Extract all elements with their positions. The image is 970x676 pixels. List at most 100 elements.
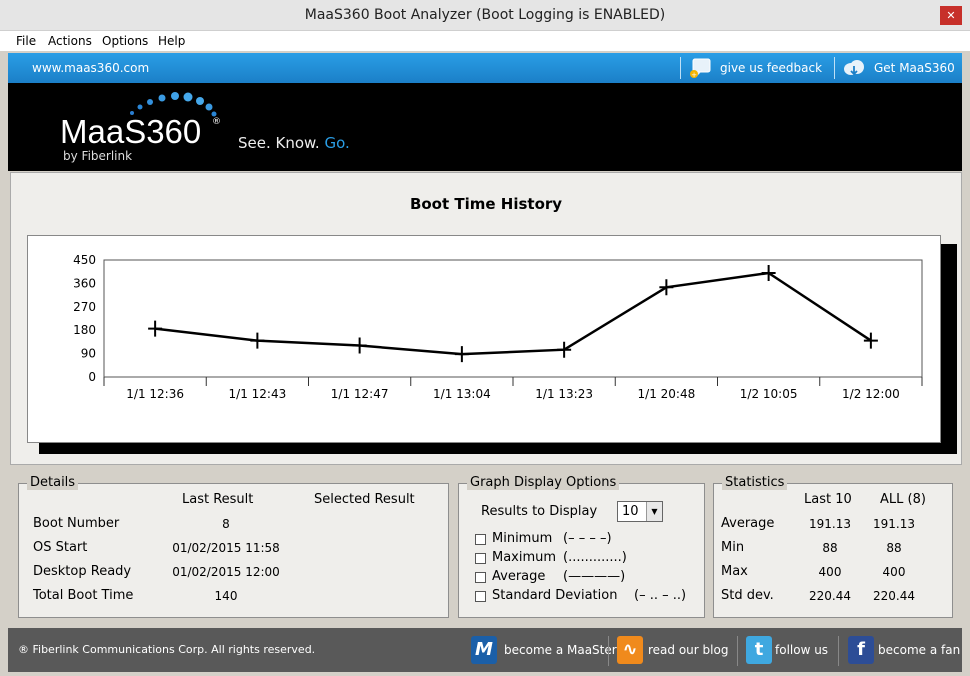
y-tick-label: 270	[73, 300, 96, 314]
stats-label: Max	[721, 564, 748, 579]
results-label: Results to Display	[481, 504, 598, 519]
maaster-icon[interactable]: M	[471, 636, 497, 664]
graph-panel: Boot Time History 450 360 270 180 90 0 1/1 12:…	[10, 172, 962, 465]
results-select[interactable]: 10 ▼	[617, 501, 663, 522]
details-label: Total Boot Time	[33, 588, 134, 603]
details-col-selected: Selected Result	[314, 492, 415, 507]
facebook-icon[interactable]: f	[848, 636, 874, 664]
menu-options[interactable]: Options	[102, 34, 148, 48]
get-maas360-link[interactable]: Get MaaS360	[874, 61, 955, 75]
details-label: OS Start	[33, 540, 88, 555]
footer: ® Fiberlink Communications Corp. All rig…	[8, 628, 962, 672]
stats-all-value: 220.44	[873, 589, 915, 603]
stats-all-value: 88	[886, 541, 902, 555]
divider	[737, 636, 738, 666]
stats-label: Min	[721, 540, 745, 555]
title-bar: MaaS360 Boot Analyzer (Boot Logging is E…	[0, 0, 970, 31]
x-tick-label: 1/1 13:23	[535, 387, 593, 401]
brand-banner: MaaS360 ® by Fiberlink See. Know. Go.	[8, 83, 962, 171]
average-line-key: (————)	[563, 569, 626, 584]
plot-frame	[103, 259, 923, 378]
become-maaster-link[interactable]: become a MaaSter	[504, 643, 617, 657]
chevron-down-icon[interactable]: ▼	[646, 502, 662, 521]
std-dev-line-key: (– .. – ..)	[634, 588, 687, 603]
stats-col-all: ALL (8)	[880, 492, 926, 507]
x-tick-label: 1/1 12:43	[229, 387, 287, 401]
details-label: Boot Number	[33, 516, 120, 531]
website-link[interactable]: www.maas360.com	[32, 61, 149, 75]
maximum-checkbox[interactable]	[475, 553, 486, 564]
stats-label: Std dev.	[721, 588, 774, 603]
statistics-group: Statistics Last 10 ALL (8) Average 191.1…	[713, 475, 953, 618]
x-tick-label: 1/1 12:36	[126, 387, 184, 401]
menu-actions[interactable]: Actions	[48, 34, 92, 48]
read-blog-link[interactable]: read our blog	[648, 643, 728, 657]
graph-area: 450 360 270 180 90 0 1/1 12:36 1/1 12:43 1/1 12:…	[27, 235, 941, 443]
feedback-icon: +	[690, 58, 711, 79]
maas360-logo: MaaS360	[60, 113, 202, 150]
std-dev-checkbox[interactable]	[475, 591, 486, 602]
options-legend: Graph Display Options	[467, 475, 620, 490]
stats-col-last10: Last 10	[804, 492, 852, 507]
graph-options-group: Graph Display Options Results to Display…	[458, 475, 705, 618]
details-col-last: Last Result	[182, 492, 254, 507]
twitter-icon[interactable]: t	[746, 636, 772, 664]
details-last-value: 01/02/2015 12:00	[172, 565, 280, 579]
x-tick-label: 1/2 12:00	[842, 387, 900, 401]
rss-icon[interactable]: ∿	[617, 636, 643, 664]
divider	[834, 57, 835, 79]
divider	[838, 636, 839, 666]
details-last-value: 01/02/2015 11:58	[172, 541, 280, 555]
maximum-label: Maximum	[492, 550, 557, 565]
graph-title: Boot Time History	[409, 195, 563, 213]
y-tick-label: 360	[73, 276, 96, 290]
x-tick-label: 1/1 12:47	[331, 387, 389, 401]
stats-all-value: 191.13	[873, 517, 915, 531]
details-last-value: 8	[222, 517, 230, 531]
tagline: See. Know. Go.	[238, 134, 350, 152]
x-tick-label: 1/2 10:05	[740, 387, 798, 401]
menu-help[interactable]: Help	[158, 34, 185, 48]
x-tick-label: 1/1 13:04	[433, 387, 491, 401]
stats-last10-value: 88	[822, 541, 838, 555]
feedback-link[interactable]: give us feedback	[720, 61, 822, 75]
stats-last10-value: 191.13	[809, 517, 851, 531]
divider	[608, 636, 609, 666]
tagline-text: See. Know.	[238, 134, 320, 152]
average-label: Average	[492, 569, 546, 584]
close-button[interactable]: ✕	[940, 6, 962, 25]
statistics-legend: Statistics	[722, 475, 788, 490]
boot-time-chart: 450 360 270 180 90 0 1/1 12:36 1/1 12:43 1/1 12:…	[73, 253, 923, 401]
stats-label: Average	[721, 516, 775, 531]
details-legend: Details	[27, 475, 79, 490]
minimum-checkbox[interactable]	[475, 534, 486, 545]
y-tick-label: 0	[88, 370, 96, 384]
y-tick-label: 90	[81, 347, 96, 361]
average-checkbox[interactable]	[475, 572, 486, 583]
menu-bar: File Actions Options Help	[0, 31, 970, 51]
logo-byline: by Fiberlink	[63, 149, 133, 163]
stats-last10-value: 220.44	[809, 589, 851, 603]
y-tick-label: 450	[73, 253, 96, 267]
details-group: Details Last Result Selected Result Boot…	[18, 475, 449, 618]
stats-last10-value: 400	[818, 565, 842, 579]
maximum-line-key: (.............)	[563, 550, 627, 565]
std-dev-label: Standard Deviation	[492, 588, 618, 603]
tagline-go: Go.	[324, 134, 350, 152]
window-title: MaaS360 Boot Analyzer (Boot Logging is E…	[304, 7, 666, 23]
copyright-text: ® Fiberlink Communications Corp. All rig…	[18, 643, 316, 656]
x-tick-label: 1/1 20:48	[638, 387, 696, 401]
svg-text:+: +	[691, 71, 697, 79]
become-fan-link[interactable]: become a fan	[878, 643, 960, 657]
link-bar: www.maas360.com + give us feedback Get M…	[8, 53, 962, 83]
minimum-line-key: (– – – –)	[563, 531, 612, 546]
menu-file[interactable]: File	[16, 34, 36, 48]
results-select-value: 10	[622, 504, 639, 519]
follow-us-link[interactable]: follow us	[775, 643, 828, 657]
details-last-value: 140	[214, 589, 238, 603]
divider	[680, 57, 681, 79]
minimum-label: Minimum	[492, 531, 553, 546]
registered-mark: ®	[212, 117, 221, 127]
details-label: Desktop Ready	[33, 564, 132, 579]
cloud-download-icon	[844, 60, 864, 76]
